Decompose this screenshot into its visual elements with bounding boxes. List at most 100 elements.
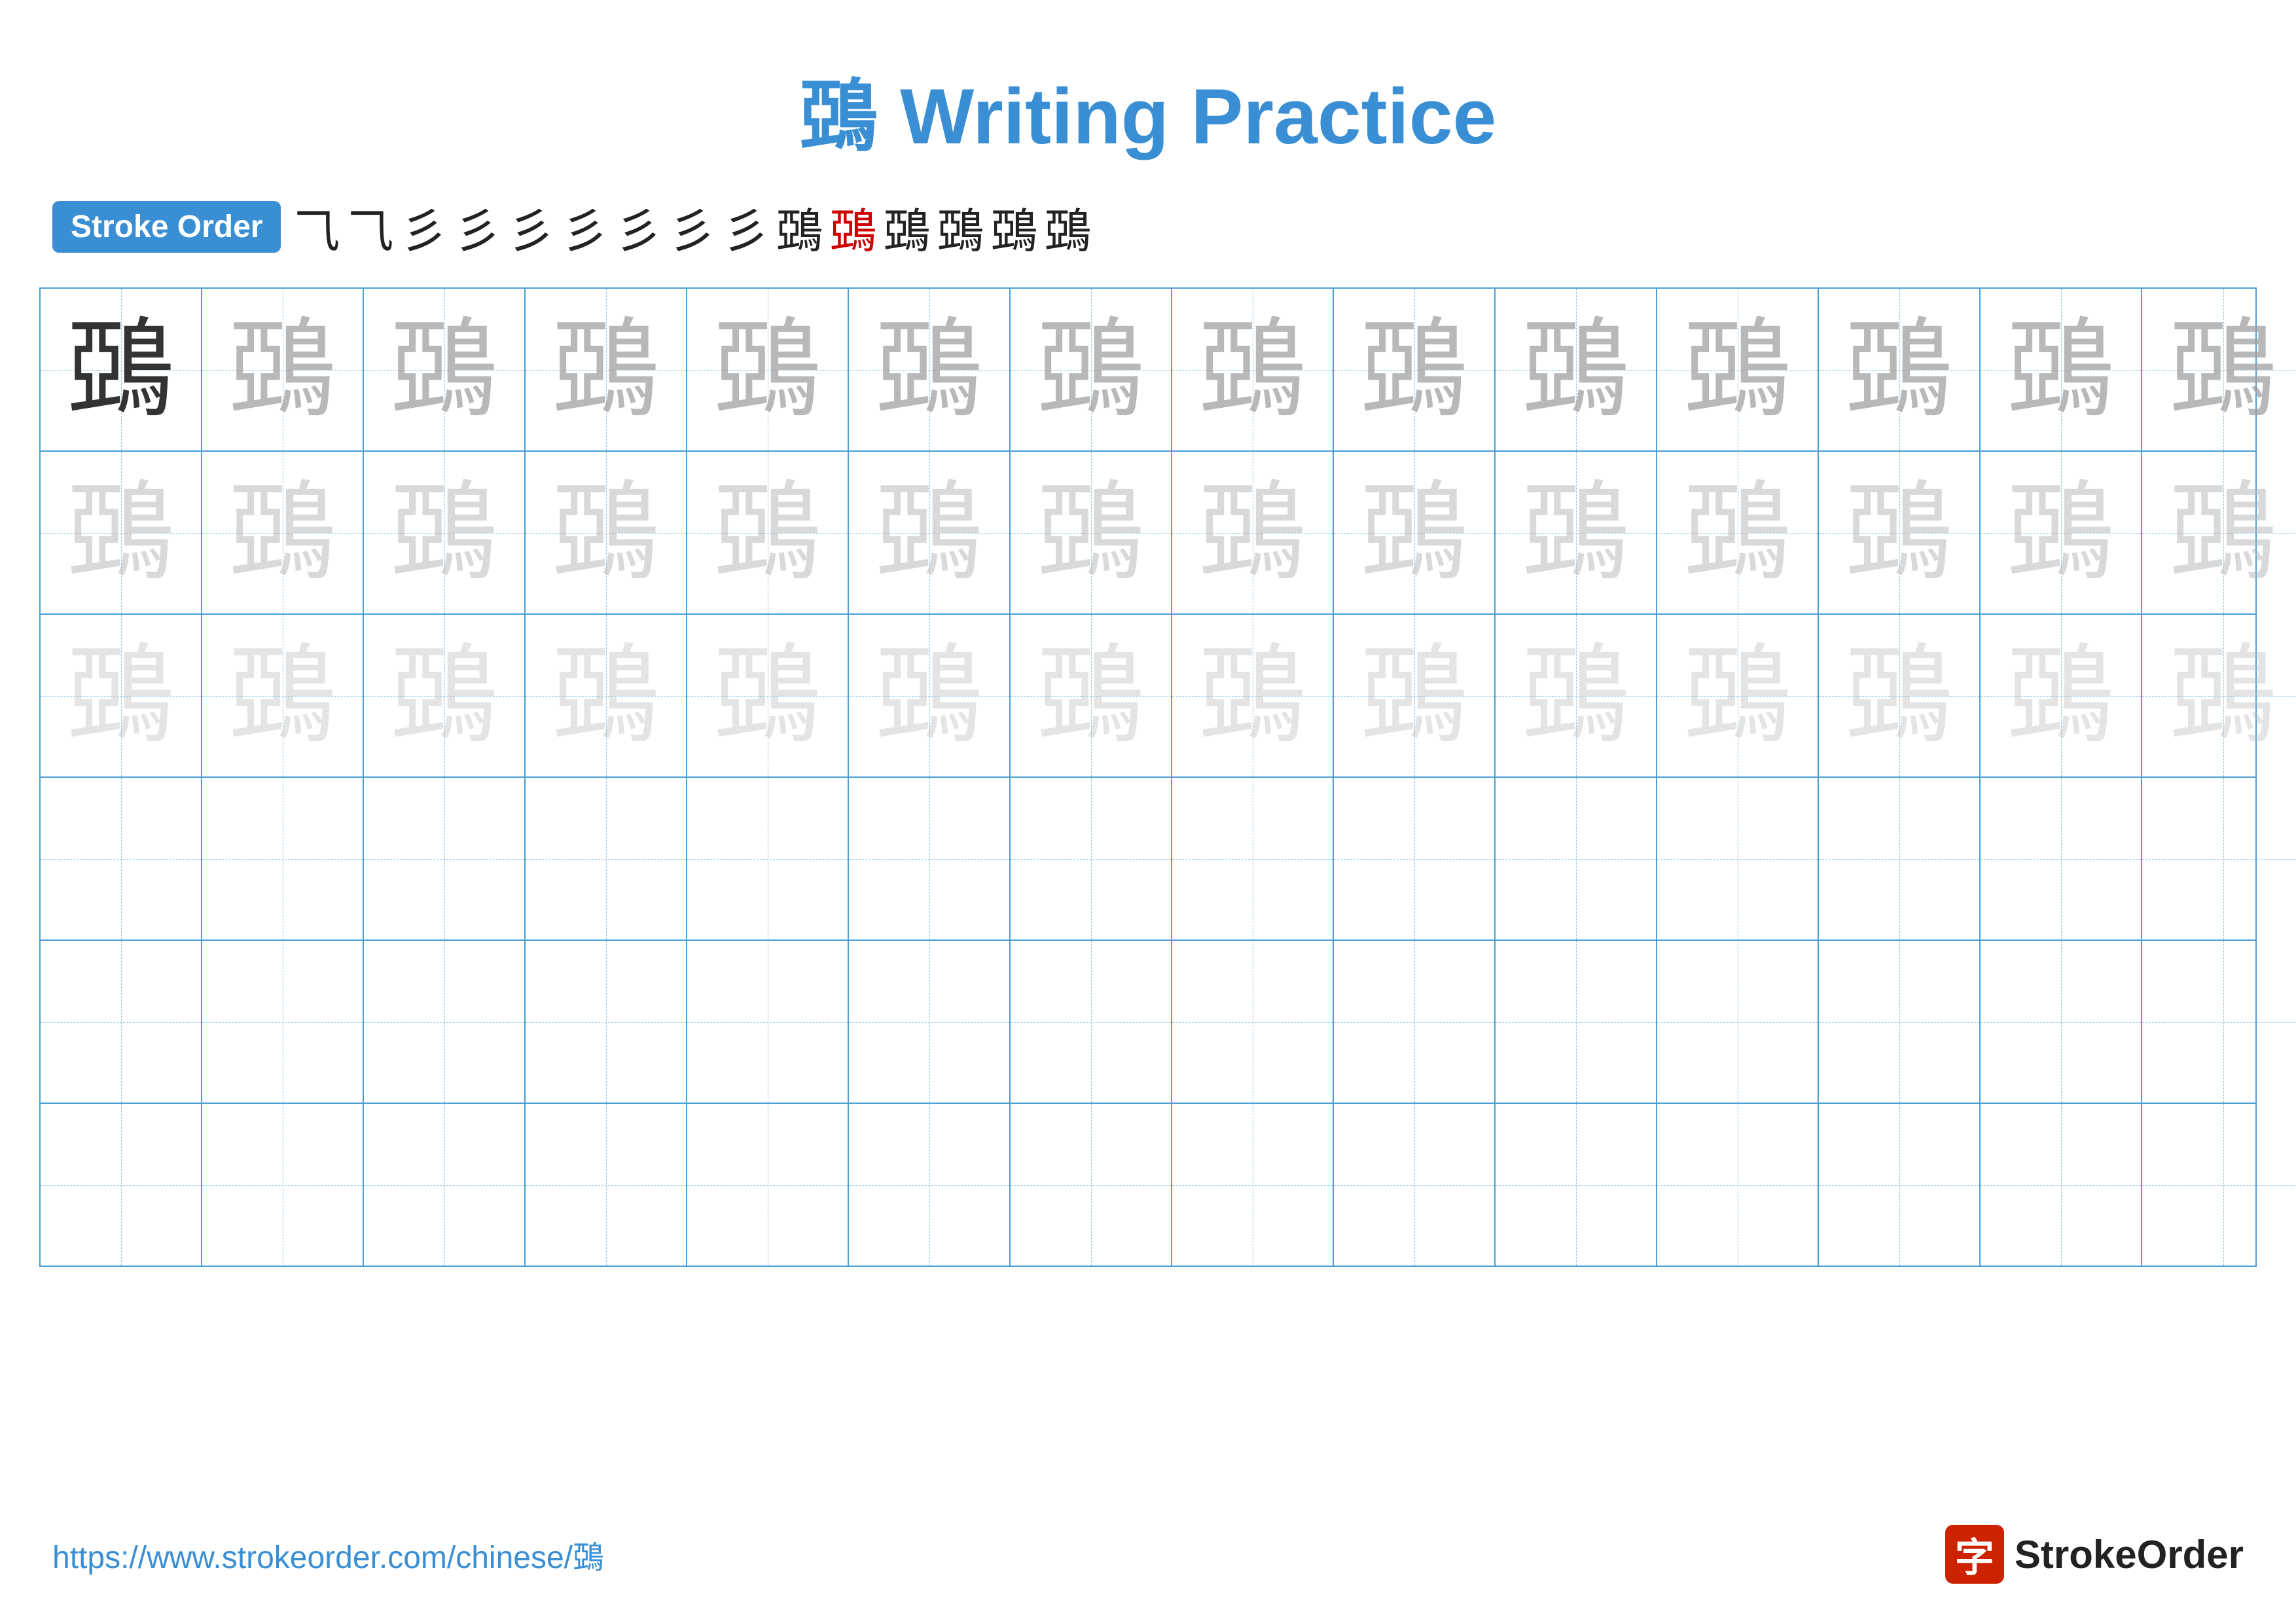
char-display: 鵶 xyxy=(1037,316,1145,424)
char-display: 鵶 xyxy=(713,642,821,750)
grid-cell-5-12[interactable] xyxy=(1819,941,1981,1103)
grid-cell-4-5[interactable] xyxy=(687,778,849,939)
grid-cell-4-7[interactable] xyxy=(1011,778,1172,939)
char-display: 鵶 xyxy=(2007,479,2115,587)
grid-cell-6-8[interactable] xyxy=(1172,1104,1334,1266)
char-display: 鵶 xyxy=(390,642,498,750)
grid-cell-2-7: 鵶 xyxy=(1011,452,1172,613)
grid-cell-2-10: 鵶 xyxy=(1496,452,1657,613)
char-display: 鵶 xyxy=(1360,479,1468,587)
grid-cell-6-13[interactable] xyxy=(1981,1104,2142,1266)
grid-cell-3-11: 鵶 xyxy=(1657,615,1819,776)
char-display: 鵶 xyxy=(1845,479,1953,587)
grid-cell-4-13[interactable] xyxy=(1981,778,2142,939)
char-display: 鵶 xyxy=(1198,479,1306,587)
char-display: 鵶 xyxy=(552,642,660,750)
char-display: 鵶 xyxy=(1037,642,1145,750)
grid-cell-5-8[interactable] xyxy=(1172,941,1334,1103)
grid-cell-6-7[interactable] xyxy=(1011,1104,1172,1266)
grid-cell-5-2[interactable] xyxy=(202,941,364,1103)
char-display: 鵶 xyxy=(713,479,821,587)
char-display: 鵶 xyxy=(2007,642,2115,750)
grid-cell-2-9: 鵶 xyxy=(1334,452,1496,613)
char-display: 鵶 xyxy=(228,479,336,587)
grid-row-3: 鵶 鵶 鵶 鵶 鵶 鵶 鵶 鵶 鵶 鵶 鵶 鵶 xyxy=(41,615,2255,778)
grid-cell-5-11[interactable] xyxy=(1657,941,1819,1103)
grid-cell-5-6[interactable] xyxy=(849,941,1011,1103)
grid-cell-3-13: 鵶 xyxy=(1981,615,2142,776)
stroke-14: 鵶 xyxy=(991,192,1038,261)
grid-cell-4-8[interactable] xyxy=(1172,778,1334,939)
char-display: 鵶 xyxy=(875,316,983,424)
grid-cell-2-1: 鵶 xyxy=(41,452,202,613)
grid-cell-4-4[interactable] xyxy=(526,778,687,939)
grid-cell-4-10[interactable] xyxy=(1496,778,1657,939)
grid-cell-4-12[interactable] xyxy=(1819,778,1981,939)
char-display: 鵶 xyxy=(1845,642,1953,750)
grid-cell-5-7[interactable] xyxy=(1011,941,1172,1103)
grid-cell-5-13[interactable] xyxy=(1981,941,2142,1103)
char-display: 鵶 xyxy=(1522,316,1630,424)
char-display: 鵶 xyxy=(1360,642,1468,750)
grid-cell-2-2: 鵶 xyxy=(202,452,364,613)
grid-cell-4-3[interactable] xyxy=(364,778,526,939)
grid-row-6 xyxy=(41,1104,2255,1266)
grid-cell-6-1[interactable] xyxy=(41,1104,202,1266)
grid-cell-1-5: 鵶 xyxy=(687,289,849,450)
grid-cell-4-1[interactable] xyxy=(41,778,202,939)
grid-cell-5-1[interactable] xyxy=(41,941,202,1103)
grid-cell-1-14: 鵶 xyxy=(2142,289,2296,450)
grid-cell-6-12[interactable] xyxy=(1819,1104,1981,1266)
stroke-5: 彡 xyxy=(508,192,555,261)
char-display: 鵶 xyxy=(713,316,821,424)
grid-cell-5-3[interactable] xyxy=(364,941,526,1103)
grid-cell-2-6: 鵶 xyxy=(849,452,1011,613)
grid-cell-6-2[interactable] xyxy=(202,1104,364,1266)
grid-cell-3-5: 鵶 xyxy=(687,615,849,776)
grid-cell-6-4[interactable] xyxy=(526,1104,687,1266)
char-display: 鵶 xyxy=(2169,316,2277,424)
grid-cell-5-14[interactable] xyxy=(2142,941,2296,1103)
grid-cell-4-11[interactable] xyxy=(1657,778,1819,939)
grid-cell-6-11[interactable] xyxy=(1657,1104,1819,1266)
footer: https://www.strokeorder.com/chinese/鵶 字 … xyxy=(0,1525,2296,1584)
grid-cell-4-6[interactable] xyxy=(849,778,1011,939)
char-display: 鵶 xyxy=(1198,316,1306,424)
stroke-4: 彡 xyxy=(454,192,501,261)
grid-cell-6-5[interactable] xyxy=(687,1104,849,1266)
grid-cell-1-3: 鵶 xyxy=(364,289,526,450)
grid-cell-4-14[interactable] xyxy=(2142,778,2296,939)
grid-cell-6-9[interactable] xyxy=(1334,1104,1496,1266)
char-display: 鵶 xyxy=(552,316,660,424)
char-display: 鵶 xyxy=(1198,642,1306,750)
strokeorder-logo-text: StrokeOrder xyxy=(2015,1532,2244,1577)
practice-grid: 鵶 鵶 鵶 鵶 鵶 鵶 鵶 鵶 鵶 鵶 鵶 鵶 xyxy=(39,287,2257,1267)
stroke-8: 彡 xyxy=(669,192,716,261)
char-display: 鵶 xyxy=(1683,316,1791,424)
stroke-1: ⺄ xyxy=(293,192,340,261)
grid-cell-5-9[interactable] xyxy=(1334,941,1496,1103)
char-display: 鵶 xyxy=(67,479,175,587)
grid-cell-1-4: 鵶 xyxy=(526,289,687,450)
footer-url[interactable]: https://www.strokeorder.com/chinese/鵶 xyxy=(52,1531,604,1577)
grid-cell-2-14: 鵶 xyxy=(2142,452,2296,613)
grid-cell-6-10[interactable] xyxy=(1496,1104,1657,1266)
grid-cell-5-4[interactable] xyxy=(526,941,687,1103)
grid-cell-3-10: 鵶 xyxy=(1496,615,1657,776)
char-display: 鵶 xyxy=(2169,642,2277,750)
grid-cell-6-14[interactable] xyxy=(2142,1104,2296,1266)
stroke-10: 鵶 xyxy=(776,192,823,261)
stroke-6: 彡 xyxy=(562,192,609,261)
grid-cell-5-5[interactable] xyxy=(687,941,849,1103)
grid-cell-4-2[interactable] xyxy=(202,778,364,939)
char-display: 鵶 xyxy=(390,479,498,587)
grid-cell-5-10[interactable] xyxy=(1496,941,1657,1103)
grid-cell-6-6[interactable] xyxy=(849,1104,1011,1266)
grid-cell-3-9: 鵶 xyxy=(1334,615,1496,776)
grid-cell-4-9[interactable] xyxy=(1334,778,1496,939)
stroke-order-badge: Stroke Order xyxy=(52,201,281,253)
grid-cell-1-8: 鵶 xyxy=(1172,289,1334,450)
char-display: 鵶 xyxy=(67,316,175,424)
grid-cell-6-3[interactable] xyxy=(364,1104,526,1266)
grid-cell-2-4: 鵶 xyxy=(526,452,687,613)
